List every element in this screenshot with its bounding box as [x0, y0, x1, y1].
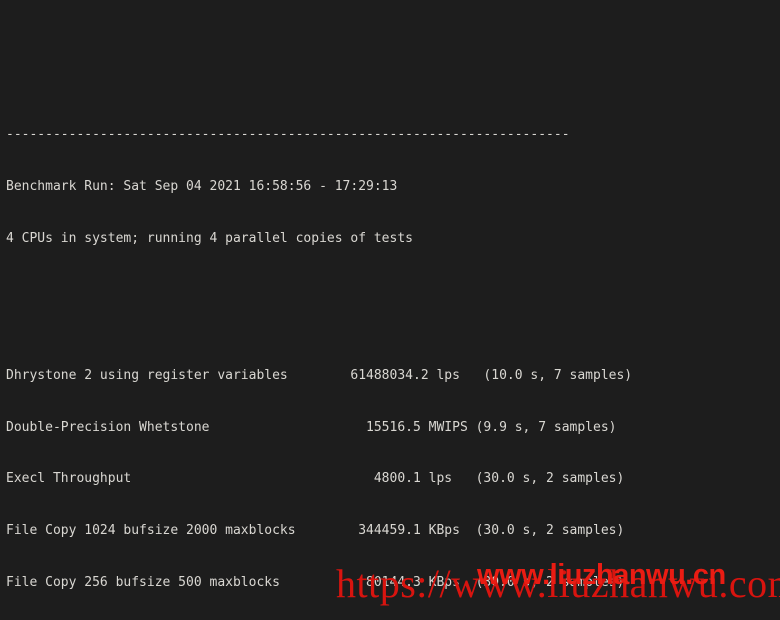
terminal-window[interactable]: ----------------------------------------… [0, 0, 780, 620]
raw-result-row: Dhrystone 2 using register variables 614… [6, 368, 633, 384]
cpu-count-line: 4 CPUs in system; running 4 parallel cop… [6, 230, 413, 246]
benchmark-run-line: Benchmark Run: Sat Sep 04 2021 16:58:56 … [6, 179, 398, 194]
raw-result-row: Execl Throughput 4800.1 lps (30.0 s, 2 s… [6, 471, 625, 487]
raw-result-row: File Copy 1024 bufsize 2000 maxblocks 34… [6, 522, 625, 538]
raw-result-row: File Copy 256 bufsize 500 maxblocks 8014… [6, 574, 625, 590]
terminal-console-output[interactable]: ----------------------------------------… [6, 6, 780, 620]
raw-result-row: Double-Precision Whetstone 15516.5 MWIPS… [6, 419, 617, 435]
header-rule: ----------------------------------------… [6, 127, 570, 143]
